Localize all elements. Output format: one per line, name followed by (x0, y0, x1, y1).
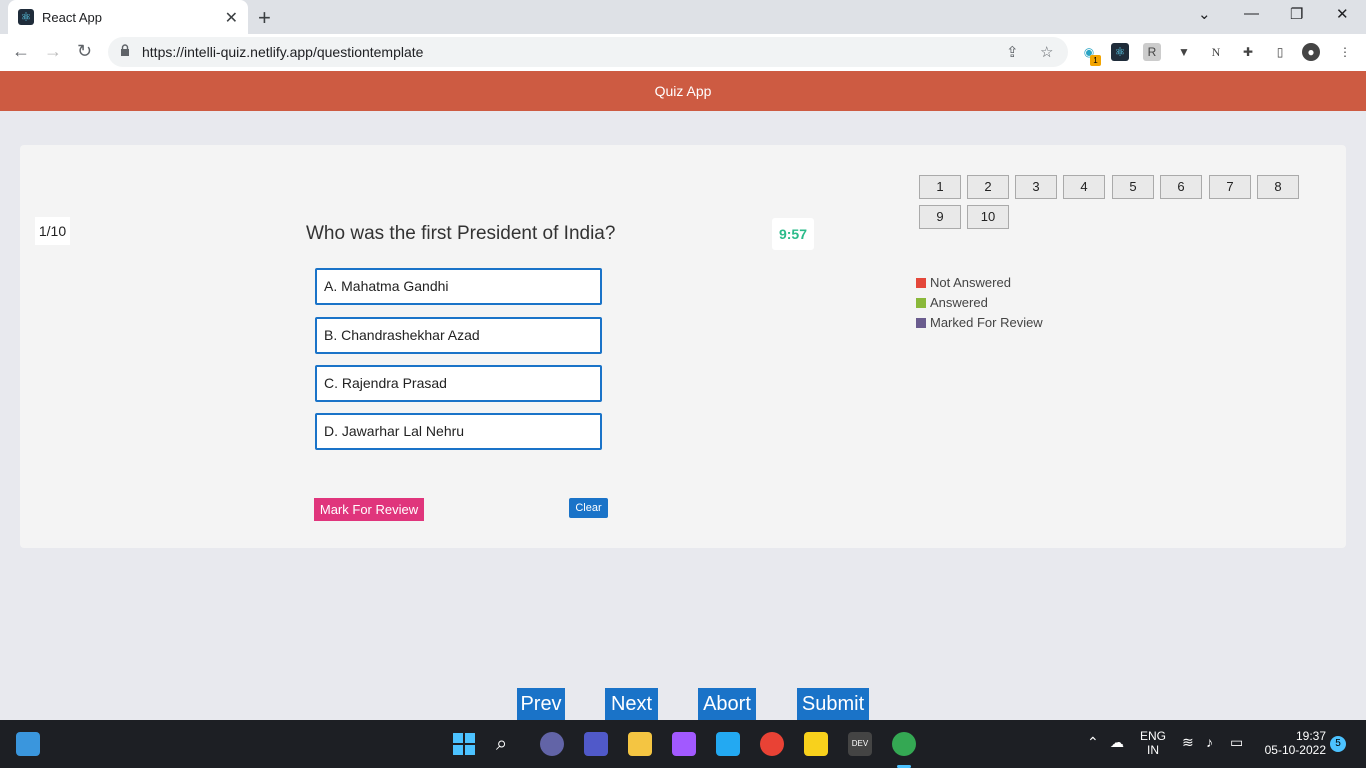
address-bar[interactable]: https://intelli-quiz.netlify.app/questio… (108, 37, 1068, 67)
tab-search-icon[interactable]: ⌄ (1198, 5, 1211, 23)
app-header: Quiz App (0, 71, 1366, 111)
shield-icon[interactable]: ▼ (1175, 43, 1193, 61)
lock-icon (121, 44, 129, 56)
option-b[interactable]: B. Chandrashekhar Azad (315, 317, 602, 354)
next-button[interactable]: Next (605, 688, 658, 720)
react-favicon-icon: ⚛ (18, 9, 34, 25)
browser-toolbar: ← → ↻ https://intelli-quiz.netlify.app/q… (0, 34, 1366, 71)
question-number-button[interactable]: 2 (967, 175, 1009, 199)
submit-button[interactable]: Submit (797, 688, 869, 720)
search-icon[interactable]: ⌕ (496, 732, 520, 756)
prev-button[interactable]: Prev (517, 688, 565, 720)
reload-icon[interactable]: ↻ (77, 41, 92, 62)
puzzle-icon[interactable]: ✚ (1239, 43, 1257, 61)
language-indicator[interactable]: ENG IN (1138, 729, 1168, 757)
vscode-icon[interactable] (716, 732, 740, 756)
legend-marked-for-review: Marked For Review (916, 315, 1043, 330)
question-number-button[interactable]: 4 (1063, 175, 1105, 199)
chat-icon[interactable] (540, 732, 564, 756)
url-text: https://intelli-quiz.netlify.app/questio… (142, 44, 424, 60)
timer: 9:57 (772, 218, 814, 250)
start-icon[interactable] (452, 732, 476, 756)
option-a[interactable]: A. Mahatma Gandhi (315, 268, 602, 305)
tab-close-icon[interactable]: ✕ (225, 8, 238, 28)
browser-tab[interactable]: ⚛ React App ✕ (8, 0, 248, 34)
legend-not-answered: Not Answered (916, 275, 1011, 290)
chrome-active-icon[interactable] (892, 732, 916, 756)
bookmark-star-icon[interactable]: ☆ (1040, 43, 1053, 61)
question-number-button[interactable]: 9 (919, 205, 961, 229)
question-number-button[interactable]: 8 (1257, 175, 1299, 199)
notification-badge[interactable]: 5 (1330, 736, 1346, 752)
mark-for-review-button[interactable]: Mark For Review (314, 498, 424, 521)
question-number-button[interactable]: 6 (1160, 175, 1202, 199)
question-number-button[interactable]: 10 (967, 205, 1009, 229)
answered-swatch (916, 297, 926, 308)
not-answered-swatch (916, 277, 926, 288)
region-code: IN (1147, 743, 1159, 757)
new-tab-icon[interactable]: + (258, 5, 271, 31)
react-devtools-icon[interactable]: ⚛ (1111, 43, 1129, 61)
close-window-icon[interactable]: ✕ (1336, 5, 1349, 23)
minimize-icon[interactable]: — (1244, 5, 1259, 22)
maximize-icon[interactable]: ❐ (1290, 5, 1303, 23)
question-number-button[interactable]: 5 (1112, 175, 1154, 199)
question-number-button[interactable]: 1 (919, 175, 961, 199)
back-icon[interactable]: ← (12, 41, 30, 62)
clock-time: 19:37 (1295, 729, 1326, 743)
legend-answered: Answered (916, 295, 988, 310)
widgets-icon[interactable] (16, 732, 40, 756)
marked-swatch (916, 317, 926, 328)
onedrive-icon[interactable]: ☁ (1110, 734, 1124, 751)
browser-tabstrip: ⚛ React App ✕ + ⌄ — ❐ ✕ (0, 0, 1366, 34)
legend-label: Not Answered (930, 275, 1011, 290)
battery-icon[interactable]: ▭ (1230, 734, 1243, 751)
avatar[interactable]: ● (1302, 43, 1320, 61)
side-panel-icon[interactable]: ▯ (1271, 43, 1289, 61)
question-number-button[interactable]: 3 (1015, 175, 1057, 199)
question-text: Who was the first President of India? (306, 223, 616, 244)
sticky-notes-icon[interactable] (804, 732, 828, 756)
question-counter: 1/10 (35, 217, 70, 245)
quiz-card (20, 145, 1346, 548)
app-title: Quiz App (654, 83, 712, 99)
more-menu-icon[interactable]: ⋮ (1336, 43, 1354, 61)
extension-badge: 1 (1090, 55, 1101, 66)
file-explorer-icon[interactable] (628, 732, 652, 756)
extension-r-icon[interactable]: R (1143, 43, 1161, 61)
tray-overflow-icon[interactable]: ⌃ (1087, 734, 1099, 751)
wifi-icon[interactable]: ≋ (1182, 734, 1194, 751)
chrome-icon[interactable] (760, 732, 784, 756)
forward-icon[interactable]: → (44, 41, 62, 62)
figma-icon[interactable] (672, 732, 696, 756)
question-number-button[interactable]: 7 (1209, 175, 1251, 199)
clock[interactable]: 19:37 05-10-2022 (1260, 729, 1326, 757)
extension-n-icon[interactable]: N (1207, 43, 1225, 61)
clear-button[interactable]: Clear (569, 498, 608, 518)
tab-title: React App (42, 9, 102, 25)
share-icon[interactable]: ⇪ (1006, 43, 1019, 61)
teams-icon[interactable] (584, 732, 608, 756)
abort-button[interactable]: Abort (698, 688, 756, 720)
option-d[interactable]: D. Jawarhar Lal Nehru (315, 413, 602, 450)
language-code: ENG (1139, 729, 1166, 743)
legend-label: Marked For Review (930, 315, 1043, 330)
volume-icon[interactable]: ♪ (1206, 734, 1213, 750)
taskbar: ⌕ DEV ⌃ ☁ ENG IN ≋ ♪ ▭ 19:37 05-10-2022 … (0, 720, 1366, 768)
clock-date: 05-10-2022 (1264, 743, 1326, 757)
legend-label: Answered (930, 295, 988, 310)
devto-icon[interactable]: DEV (848, 732, 872, 756)
option-c[interactable]: C. Rajendra Prasad (315, 365, 602, 402)
